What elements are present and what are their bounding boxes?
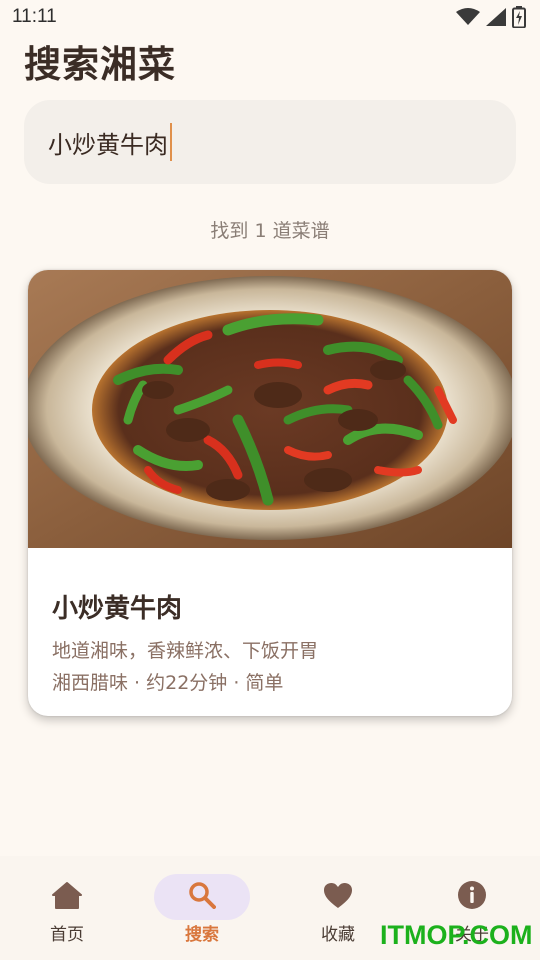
- search-icon: [188, 881, 216, 913]
- nav-pill-search: [154, 874, 250, 920]
- nav-pill-about: [424, 874, 520, 920]
- wifi-icon: [456, 8, 480, 26]
- battery-icon: [512, 6, 526, 28]
- recipe-card[interactable]: 小炒黄牛肉 地道湘味，香辣鲜浓、下饭开胃 湘西腊味 · 约22分钟 · 简单: [28, 270, 512, 716]
- nav-pill-favorites: [290, 874, 386, 920]
- nav-label-favorites: 收藏: [321, 925, 355, 945]
- nav-item-search[interactable]: 搜索: [154, 874, 250, 948]
- recipe-image: [28, 270, 512, 548]
- nav-label-home: 首页: [50, 925, 84, 945]
- page-title: 搜索湘菜: [24, 43, 176, 86]
- search-input-value[interactable]: 小炒黄牛肉: [48, 125, 168, 160]
- text-cursor: [170, 123, 172, 161]
- status-time: 11:11: [12, 6, 57, 27]
- nav-pill-home: [19, 874, 115, 920]
- nav-item-home[interactable]: 首页: [19, 874, 115, 948]
- watermark: ITMOP.COM: [380, 920, 533, 950]
- status-bar: 11:11: [0, 0, 540, 34]
- result-count: 找到 1 道菜谱: [210, 220, 330, 242]
- heart-icon: [323, 882, 353, 913]
- status-icons: [456, 6, 526, 28]
- nav-label-search: 搜索: [185, 925, 219, 945]
- recipe-meta: 湘西腊味 · 约22分钟 · 简单: [52, 672, 284, 694]
- home-icon: [52, 881, 82, 913]
- recipe-name: 小炒黄牛肉: [52, 594, 183, 624]
- search-input[interactable]: 小炒黄牛肉: [24, 100, 516, 184]
- info-icon: [457, 880, 487, 914]
- signal-icon: [486, 8, 506, 26]
- nav-item-favorites[interactable]: 收藏: [290, 874, 386, 948]
- recipe-description: 地道湘味，香辣鲜浓、下饭开胃: [52, 640, 319, 662]
